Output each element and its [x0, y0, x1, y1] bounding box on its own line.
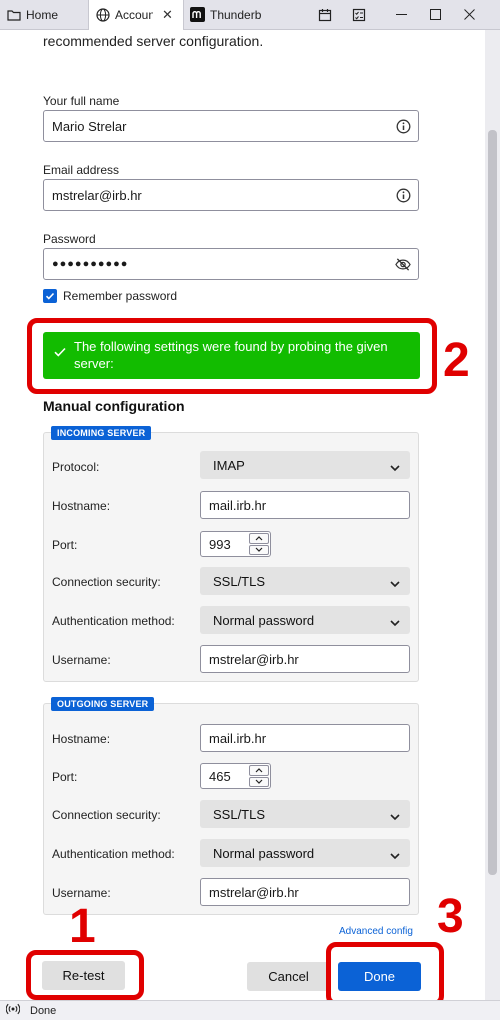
tab-thunderbird-label: Thunderbird — [210, 7, 262, 22]
outgoing-auth-select[interactable]: Normal password — [200, 839, 410, 867]
remember-password-label: Remember password — [63, 289, 178, 303]
chevron-down-icon — [390, 848, 400, 863]
annotation-box-3 — [326, 942, 444, 1006]
email-label: Email address — [43, 163, 120, 177]
chevron-down-icon — [390, 615, 400, 630]
status-bar: Done — [0, 1000, 500, 1020]
mozilla-icon — [190, 7, 205, 22]
tasks-icon[interactable] — [342, 0, 376, 30]
incoming-hostname-input[interactable]: mail.irb.hr — [200, 491, 410, 519]
annotation-box-2 — [27, 318, 437, 394]
annotation-number-2: 2 — [443, 334, 470, 387]
chevron-down-icon[interactable] — [249, 776, 269, 787]
incoming-security-label: Connection security: — [52, 575, 161, 589]
incoming-security-select[interactable]: SSL/TLS — [200, 567, 410, 595]
incoming-port-label: Port: — [52, 538, 78, 552]
incoming-protocol-select[interactable]: IMAP — [200, 451, 410, 479]
eye-slash-icon[interactable] — [395, 256, 411, 272]
chevron-up-icon[interactable] — [249, 533, 269, 544]
chevron-down-icon — [390, 576, 400, 591]
email-field[interactable]: mstrelar@irb.hr — [43, 179, 419, 211]
tab-home[interactable]: Home — [0, 0, 88, 30]
tab-account-label: Account — [115, 7, 153, 22]
advanced-config-link[interactable]: Advanced config — [339, 926, 413, 937]
incoming-username-value: mstrelar@irb.hr — [209, 651, 299, 667]
outgoing-username-label: Username: — [52, 886, 111, 900]
chevron-down-icon[interactable] — [249, 544, 269, 555]
outgoing-username-value: mstrelar@irb.hr — [209, 884, 299, 900]
info-icon[interactable] — [395, 118, 411, 134]
outgoing-port-label: Port: — [52, 770, 78, 784]
incoming-username-input[interactable]: mstrelar@irb.hr — [200, 645, 410, 673]
cancel-button[interactable]: Cancel — [247, 962, 330, 991]
manual-config-title: Manual configuration — [43, 398, 185, 414]
annotation-box-1 — [26, 950, 144, 1000]
incoming-protocol-label: Protocol: — [52, 460, 100, 474]
outgoing-port-value: 465 — [209, 768, 231, 784]
calendar-icon[interactable] — [308, 0, 342, 30]
chevron-down-icon — [390, 460, 400, 475]
maximize-icon[interactable] — [418, 0, 452, 30]
outgoing-hostname-input[interactable]: mail.irb.hr — [200, 724, 410, 752]
remember-password-checkbox[interactable]: Remember password — [43, 289, 177, 303]
password-label: Password — [43, 232, 96, 246]
fullname-label: Your full name — [43, 94, 120, 108]
password-value: ●●●●●●●●●● — [52, 258, 129, 270]
outgoing-security-label: Connection security: — [52, 808, 161, 822]
activity-icon[interactable] — [5, 1003, 21, 1018]
port-spinner[interactable] — [249, 533, 269, 555]
incoming-auth-select[interactable]: Normal password — [200, 606, 410, 634]
outgoing-hostname-value: mail.irb.hr — [209, 730, 267, 746]
annotation-number-1: 1 — [69, 900, 96, 953]
fullname-value: Mario Strelar — [52, 118, 127, 134]
outgoing-username-input[interactable]: mstrelar@irb.hr — [200, 878, 410, 906]
tab-thunderbird[interactable]: Thunderbird — [184, 0, 268, 30]
outgoing-security-select[interactable]: SSL/TLS — [200, 800, 410, 828]
intro-text: recommended server configuration. — [43, 33, 264, 49]
incoming-port-input[interactable]: 993 — [200, 531, 271, 557]
outgoing-hostname-label: Hostname: — [52, 732, 111, 746]
info-icon[interactable] — [395, 187, 411, 203]
port-spinner[interactable] — [249, 765, 269, 787]
incoming-auth-label: Authentication method: — [52, 614, 175, 628]
outgoing-port-input[interactable]: 465 — [200, 763, 271, 789]
chevron-up-icon[interactable] — [249, 765, 269, 776]
status-text: Done — [30, 1004, 57, 1017]
close-icon[interactable] — [452, 0, 486, 30]
password-field[interactable]: ●●●●●●●●●● — [43, 248, 419, 280]
incoming-hostname-label: Hostname: — [52, 499, 111, 513]
fullname-field[interactable]: Mario Strelar — [43, 110, 419, 142]
globe-icon — [95, 7, 110, 22]
folder-icon — [6, 7, 21, 22]
tab-account[interactable]: Account ✕ — [88, 0, 184, 30]
incoming-security-value: SSL/TLS — [213, 573, 266, 589]
incoming-auth-value: Normal password — [213, 612, 315, 628]
incoming-username-label: Username: — [52, 653, 111, 667]
outgoing-server-badge: OUTGOING SERVER — [51, 697, 155, 711]
outgoing-security-value: SSL/TLS — [213, 806, 266, 822]
chevron-down-icon — [390, 809, 400, 824]
incoming-port-value: 993 — [209, 536, 231, 552]
account-setup-page: recommended server configuration. Your f… — [0, 30, 485, 1000]
outgoing-auth-value: Normal password — [213, 845, 315, 861]
incoming-hostname-value: mail.irb.hr — [209, 497, 267, 513]
annotation-number-3: 3 — [437, 890, 464, 943]
incoming-protocol-value: IMAP — [213, 457, 245, 473]
tab-bar: Home Account ✕ Thunderbird — [0, 0, 500, 30]
scrollbar-thumb[interactable] — [488, 130, 497, 875]
email-value: mstrelar@irb.hr — [52, 187, 142, 203]
incoming-server-badge: INCOMING SERVER — [51, 426, 152, 440]
minimize-icon[interactable] — [384, 0, 418, 30]
checkbox-checked-icon[interactable] — [43, 289, 57, 303]
tab-home-label: Home — [26, 7, 59, 22]
outgoing-auth-label: Authentication method: — [52, 847, 175, 861]
close-tab-icon[interactable]: ✕ — [162, 7, 173, 23]
